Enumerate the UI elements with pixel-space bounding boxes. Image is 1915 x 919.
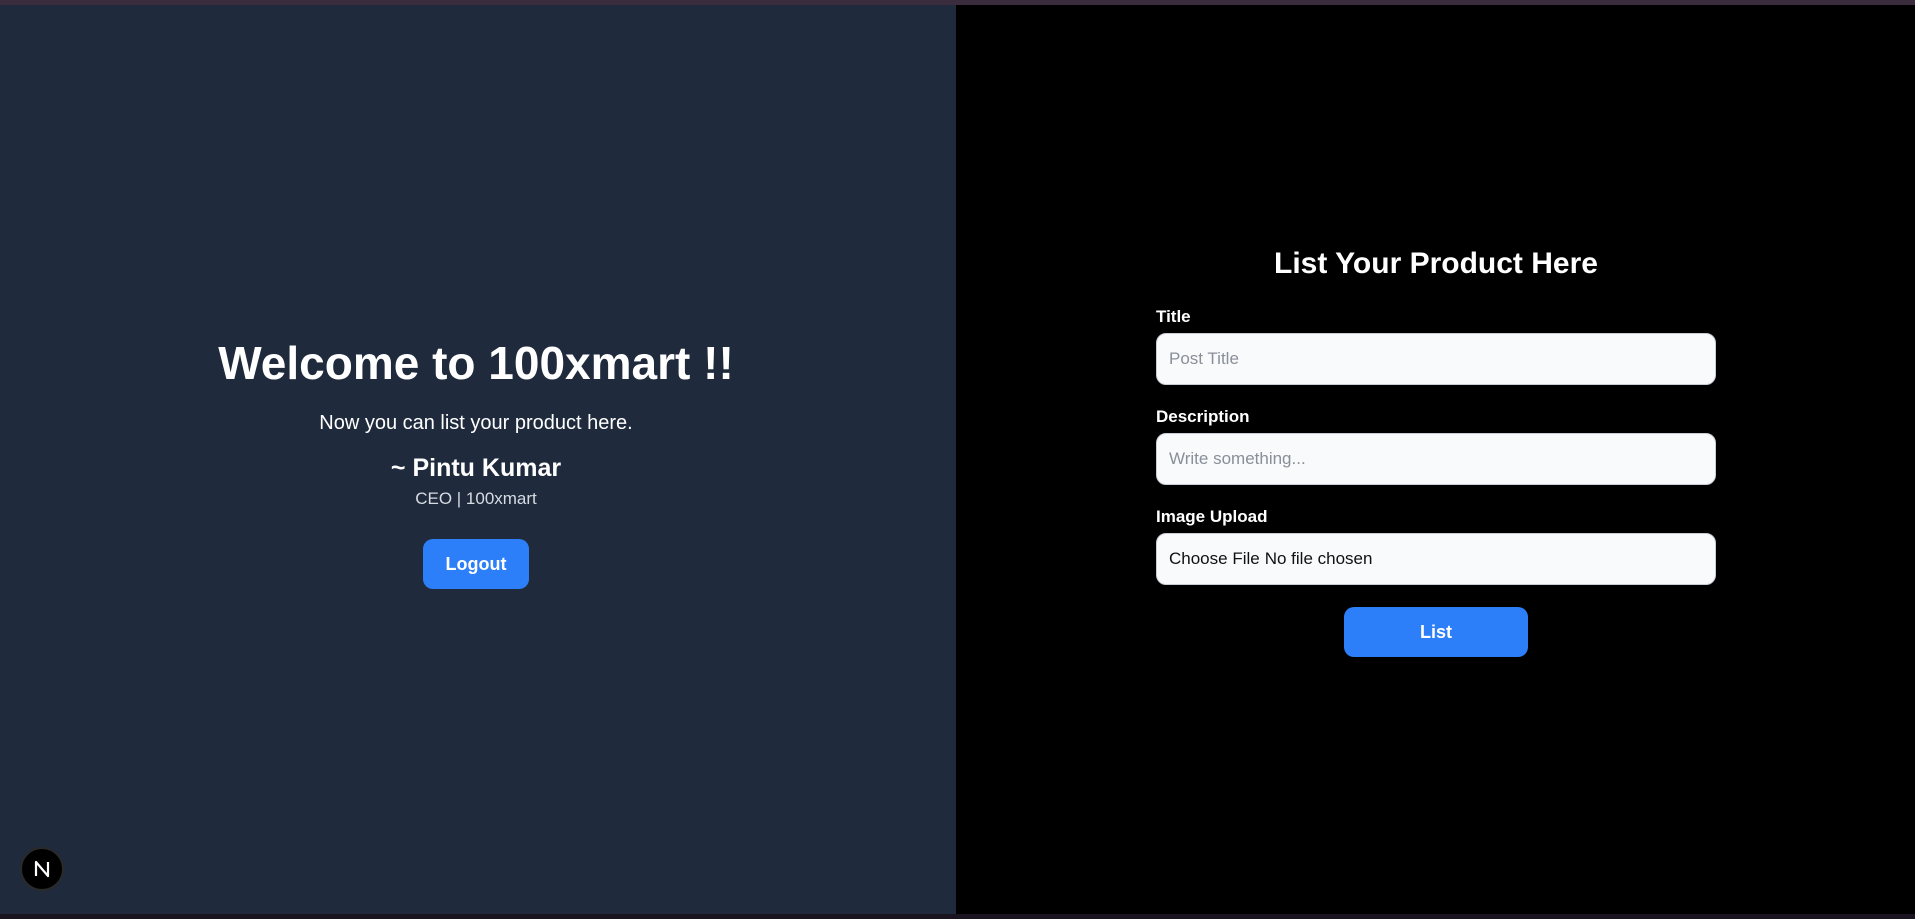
window-bottom-border [0, 914, 1915, 919]
description-label: Description [1156, 407, 1250, 426]
title-label: Title [1156, 307, 1191, 326]
nextjs-logo-icon [34, 860, 50, 878]
product-listing-form: List Your Product Here Title Description… [1156, 245, 1716, 657]
welcome-title: Welcome to 100xmart !! [218, 337, 734, 389]
welcome-block: Welcome to 100xmart !! Now you can list … [0, 335, 952, 589]
product-form-panel: List Your Product Here Title Description… [956, 5, 1915, 914]
logout-button[interactable]: Logout [423, 539, 529, 589]
welcome-subtitle: Now you can list your product here. [319, 412, 633, 434]
image-upload-field-group: Image Upload Choose File No file chosen [1156, 507, 1716, 585]
page: Welcome to 100xmart !! Now you can list … [0, 5, 1915, 914]
form-heading: List Your Product Here [1274, 247, 1598, 280]
submit-wrap: List [1156, 607, 1716, 657]
description-input[interactable] [1156, 433, 1716, 485]
ceo-role: CEO | 100xmart [415, 489, 537, 508]
nextjs-dev-badge[interactable] [20, 847, 64, 891]
ceo-signature: ~ Pintu Kumar [390, 454, 562, 482]
file-status-text: No file chosen [1264, 549, 1373, 568]
image-upload-input[interactable]: Choose File No file chosen [1156, 533, 1716, 585]
title-input[interactable] [1156, 333, 1716, 385]
description-field-group: Description [1156, 407, 1716, 485]
welcome-panel: Welcome to 100xmart !! Now you can list … [0, 5, 956, 914]
choose-file-button[interactable]: Choose File [1169, 549, 1260, 569]
title-field-group: Title [1156, 307, 1716, 385]
image-upload-label: Image Upload [1156, 507, 1268, 526]
list-submit-button[interactable]: List [1344, 607, 1528, 657]
